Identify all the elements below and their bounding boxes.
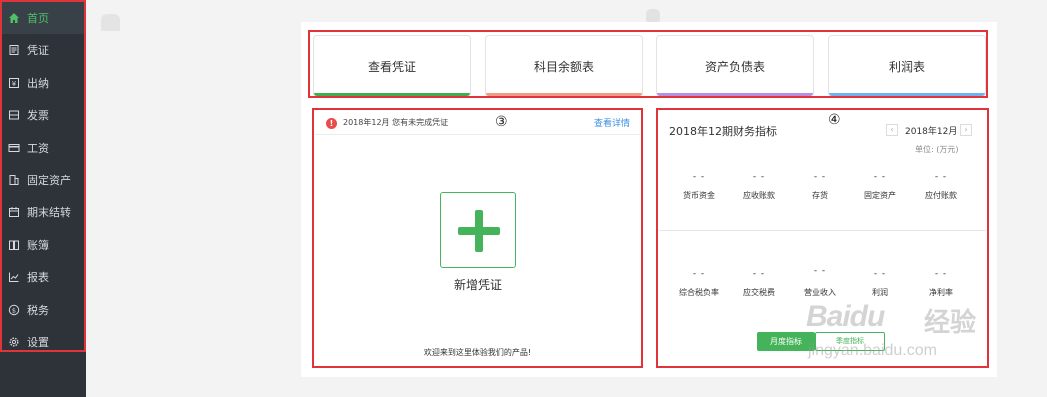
decorative-shape: [101, 14, 120, 31]
sidebar-highlight-frame: [0, 0, 86, 352]
finance-panel-highlight-frame: [656, 108, 989, 368]
quick-links-highlight-frame: [308, 30, 988, 98]
voucher-panel-highlight-frame: [312, 108, 643, 368]
